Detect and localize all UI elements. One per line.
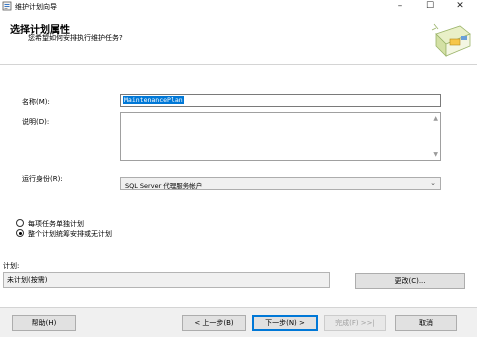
- radio-single-schedule[interactable]: [16, 229, 24, 237]
- description-label: 说明(D):: [22, 118, 50, 126]
- schedule-value: 未计划(按需): [7, 276, 48, 284]
- next-button[interactable]: 下一步(N) >: [252, 315, 318, 331]
- wizard-banner-icon: [431, 23, 471, 57]
- scroll-down-arrow-icon[interactable]: ▼: [433, 151, 438, 158]
- chevron-down-icon: ⌄: [430, 179, 436, 187]
- close-button[interactable]: ✕: [445, 0, 475, 12]
- header-divider: [0, 64, 477, 65]
- run-as-select[interactable]: SQL Server 代理服务帐户 ⌄: [120, 177, 441, 190]
- name-input[interactable]: MaintenancePlan: [120, 94, 441, 107]
- run-as-label: 运行身份(R):: [22, 175, 63, 183]
- wizard-header: 选择计划属性 您希望如何安排执行维护任务?: [0, 12, 477, 64]
- name-label: 名称(M):: [22, 98, 50, 106]
- maximize-button[interactable]: ☐: [415, 0, 445, 12]
- run-as-value: SQL Server 代理服务帐户: [125, 182, 203, 190]
- change-schedule-button[interactable]: 更改(C)...: [355, 273, 465, 289]
- schedule-label: 计划:: [3, 262, 20, 270]
- scroll-up-arrow-icon[interactable]: ▲: [433, 115, 438, 122]
- help-button[interactable]: 帮助(H): [12, 315, 76, 331]
- schedule-display: 未计划(按需): [3, 272, 330, 288]
- radio-single-label[interactable]: 整个计划统筹安排或无计划: [28, 229, 112, 239]
- window-titlebar[interactable]: 维护计划向导 – ☐ ✕: [0, 0, 477, 12]
- radio-separate-label[interactable]: 每项任务单独计划: [28, 219, 84, 229]
- description-textarea[interactable]: ▲ ▼: [120, 112, 441, 161]
- cancel-button[interactable]: 取消: [395, 315, 457, 331]
- back-button[interactable]: < 上一步(B): [182, 315, 246, 331]
- page-subtitle: 您希望如何安排执行维护任务?: [28, 34, 123, 42]
- finish-button[interactable]: 完成(F) >>|: [324, 315, 386, 331]
- wizard-app-icon: [2, 1, 12, 11]
- name-input-value: MaintenancePlan: [123, 96, 184, 104]
- radio-separate-schedules[interactable]: [16, 219, 24, 227]
- window-title: 维护计划向导: [15, 3, 57, 11]
- minimize-button[interactable]: –: [385, 0, 415, 12]
